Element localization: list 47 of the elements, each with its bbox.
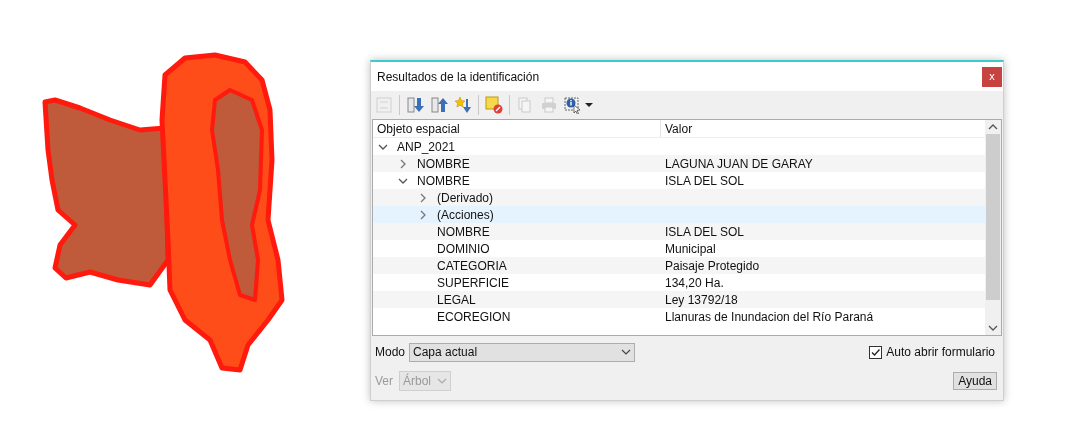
feature-label: LEGAL — [436, 291, 476, 309]
attribute-value: Municipal — [665, 240, 716, 258]
checkbox-label: Auto abrir formulario — [886, 344, 995, 361]
tree-row[interactable]: NOMBRE LAGUNA JUAN DE GARAY — [373, 155, 985, 172]
feature-label: DOMINIO — [436, 240, 490, 258]
feature-label: SUPERFICIE — [436, 274, 509, 292]
star-arrow-icon[interactable] — [454, 96, 472, 114]
feature-label: CATEGORIA — [436, 257, 507, 275]
tree-row[interactable]: CATEGORIA Paisaje Protegido — [373, 257, 985, 274]
attribute-value: Llanuras de Inundacion del Río Paraná — [665, 308, 874, 326]
highlight-clear-icon[interactable] — [485, 96, 503, 114]
attribute-value: LAGUNA JUAN DE GARAY — [665, 155, 813, 173]
attribute-value: Paisaje Protegido — [665, 257, 760, 275]
attribute-value: Ley 13792/18 — [665, 291, 738, 309]
feature-label: ECOREGION — [436, 308, 511, 326]
view-label: Ver — [375, 373, 393, 390]
attribute-value: ISLA DEL SOL — [665, 223, 744, 241]
feature-label: NOMBRE — [436, 223, 490, 241]
column-header[interactable]: Valor — [661, 120, 985, 137]
expand-down-icon[interactable] — [406, 96, 424, 114]
attribute-value: ISLA DEL SOL — [665, 172, 744, 190]
chevron-right-icon[interactable] — [418, 209, 428, 220]
tree-row[interactable]: (Acciones) — [373, 206, 985, 223]
feature-label: NOMBRE — [416, 172, 470, 190]
mode-dropdown[interactable]: Capa actual — [409, 342, 636, 362]
checkbox[interactable] — [869, 345, 883, 359]
scroll-thumb[interactable] — [986, 134, 1000, 300]
attribute-value: 134,20 Ha. — [665, 274, 724, 292]
mode-label: Modo — [375, 344, 406, 361]
close-button[interactable]: x — [982, 66, 1002, 87]
chevron-right-icon[interactable] — [398, 158, 408, 169]
chevron-down-icon[interactable] — [621, 348, 632, 356]
caret-icon[interactable] — [585, 102, 593, 108]
window-title: Resultados de la identificación — [377, 68, 540, 86]
tree-row[interactable]: (Derivado) — [373, 189, 985, 206]
chevron-right-icon[interactable] — [418, 192, 428, 203]
collapse-up-icon[interactable] — [430, 96, 448, 114]
feature-label: ANP_2021 — [396, 138, 456, 156]
feature-label: (Derivado) — [436, 189, 493, 207]
feature-label: NOMBRE — [416, 155, 470, 173]
feature-label: (Acciones) — [436, 206, 494, 224]
tree-row[interactable]: LEGAL Ley 13792/18 — [373, 291, 985, 308]
tree-row[interactable]: NOMBRE ISLA DEL SOL — [373, 223, 985, 240]
help-button[interactable]: Ayuda — [953, 372, 997, 390]
identify-dropdown-button[interactable] — [564, 96, 593, 114]
column-header[interactable]: Objeto espacial — [373, 120, 661, 137]
scrollbar[interactable] — [985, 120, 1001, 335]
